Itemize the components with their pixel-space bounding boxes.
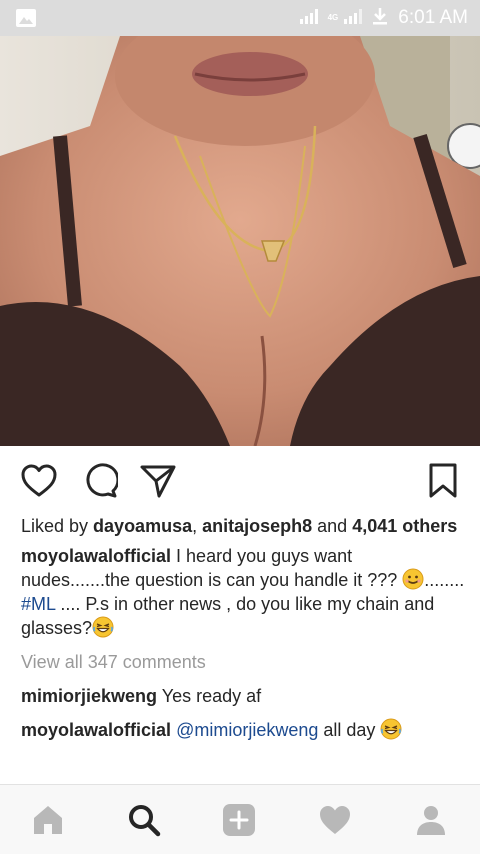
gallery-icon <box>16 9 36 32</box>
home-icon[interactable] <box>31 803 65 837</box>
comment-item: moyolawalofficial @mimiorjiekweng all da… <box>21 718 466 742</box>
likes-others[interactable]: others <box>402 516 457 536</box>
comment-mention[interactable]: @mimiorjiekweng <box>176 720 318 740</box>
post-actions <box>0 446 480 514</box>
post-photo[interactable] <box>0 36 480 446</box>
caption-hashtag[interactable]: #ML <box>21 594 55 614</box>
signal-icon <box>299 8 322 29</box>
likes-summary: Liked by dayoamusa, anitajoseph8 and 4,0… <box>21 514 466 538</box>
likes-separator: , <box>192 516 203 536</box>
laughing-face-emoji-icon <box>380 718 402 740</box>
comment-username[interactable]: mimiorjiekweng <box>21 686 157 706</box>
bookmark-icon[interactable] <box>424 462 462 500</box>
bottom-nav <box>0 784 480 854</box>
signal-icon-2 <box>344 8 366 29</box>
laughing-face-emoji-icon <box>92 616 114 638</box>
status-time: 6:01 AM <box>398 7 468 28</box>
post-caption: moyolawalofficial I heard you guys want … <box>21 544 466 640</box>
share-icon[interactable] <box>139 462 177 500</box>
likes-and: and <box>312 516 353 536</box>
heart-icon[interactable] <box>318 803 352 837</box>
likes-prefix: Liked by <box>21 516 94 536</box>
liker-link[interactable]: dayoamusa <box>93 516 192 536</box>
status-bar: 4G 6:01 AM <box>0 0 480 36</box>
profile-icon[interactable] <box>414 803 448 837</box>
comment-text: Yes ready af <box>157 686 262 706</box>
comment-username[interactable]: moyolawalofficial <box>21 720 171 740</box>
comment-icon[interactable] <box>80 462 120 500</box>
view-all-comments-link[interactable]: View all 347 comments <box>21 650 466 674</box>
add-icon[interactable] <box>222 803 256 837</box>
caption-username[interactable]: moyolawalofficial <box>21 546 171 566</box>
caption-text: .... P.s in other news , do you like my … <box>21 594 435 638</box>
comment-text: all day <box>318 720 381 740</box>
network-label: 4G <box>327 13 339 22</box>
likes-count[interactable]: 4,041 <box>352 516 397 536</box>
download-icon <box>372 7 388 30</box>
post-text: Liked by dayoamusa, anitajoseph8 and 4,0… <box>21 514 466 742</box>
smiling-face-emoji-icon <box>402 568 424 590</box>
comment-item: mimiorjiekweng Yes ready af <box>21 684 466 708</box>
liker-link[interactable]: anitajoseph8 <box>202 516 312 536</box>
heart-icon[interactable] <box>20 462 58 500</box>
search-icon[interactable] <box>127 803 161 837</box>
caption-text: ........ <box>424 570 465 590</box>
